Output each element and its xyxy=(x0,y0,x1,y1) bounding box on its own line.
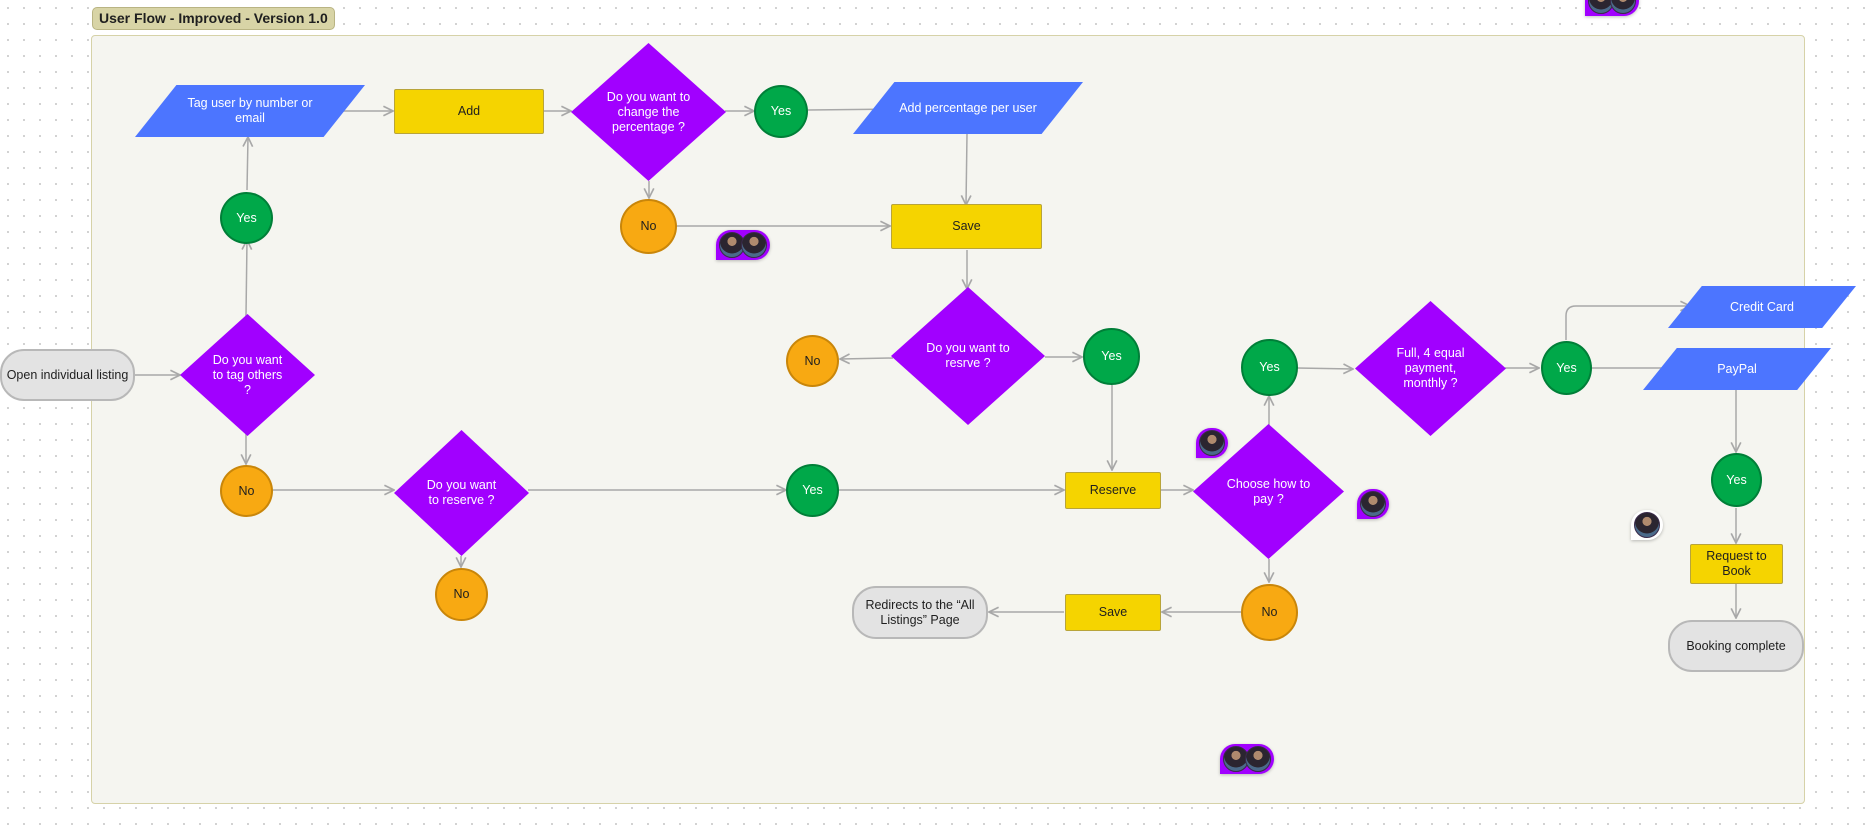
node-label: Do you want to change the percentage ? xyxy=(606,89,691,134)
node-label: No xyxy=(238,483,255,498)
node-label: Yes xyxy=(1101,349,1122,363)
node-label: Redirects to the “All Listings” Page xyxy=(865,597,975,627)
collaborator-avatar xyxy=(1610,0,1636,14)
collaborator-cursor-group[interactable] xyxy=(1220,744,1274,774)
decision-reserve[interactable]: Do you want to reserve ? xyxy=(394,430,529,556)
process-save-bottom[interactable]: Save xyxy=(1065,594,1161,631)
node-label: Add percentage per user xyxy=(899,100,1037,115)
yes-change-percentage[interactable]: Yes xyxy=(754,85,808,138)
node-label: Yes xyxy=(1726,472,1747,487)
yes-payment-plan[interactable]: Yes xyxy=(1541,341,1592,395)
io-tag-user[interactable]: Tag user by number or email xyxy=(135,85,365,137)
collaborator-cursor-group[interactable] xyxy=(716,230,770,260)
decision-payment-plan[interactable]: Full, 4 equal payment, monthly ? xyxy=(1355,301,1506,436)
decision-change-percentage[interactable]: Do you want to change the percentage ? xyxy=(571,43,726,181)
yes-tag-others[interactable]: Yes xyxy=(220,192,273,244)
end-booking-complete[interactable]: Booking complete xyxy=(1668,620,1804,672)
node-label: Request to Book xyxy=(1706,549,1767,578)
no-choose-pay[interactable]: No xyxy=(1241,584,1298,641)
process-save-top[interactable]: Save xyxy=(891,204,1042,249)
decision-resrve[interactable]: Do you want to resrve ? xyxy=(891,287,1045,425)
decision-tag-others[interactable]: Do you want to tag others ? xyxy=(180,314,315,436)
no-tag-others[interactable]: No xyxy=(220,465,273,517)
io-credit-card[interactable]: Credit Card xyxy=(1668,286,1856,328)
yes-resrve[interactable]: Yes xyxy=(1083,328,1140,385)
no-reserve[interactable]: No xyxy=(435,568,488,621)
node-label: PayPal xyxy=(1717,361,1757,376)
no-resrve[interactable]: No xyxy=(786,335,839,387)
collaborator-avatar xyxy=(741,232,767,258)
node-label: Tag user by number or email xyxy=(187,96,313,125)
connector xyxy=(246,240,247,317)
node-label: Open individual listing xyxy=(6,367,129,382)
node-label: No xyxy=(640,219,657,233)
io-paypal[interactable]: PayPal xyxy=(1643,348,1831,390)
process-request-to-book[interactable]: Request to Book xyxy=(1690,544,1783,584)
collaborator-cursor-group[interactable] xyxy=(1585,0,1639,16)
node-label: No xyxy=(804,353,821,368)
node-label: Credit Card xyxy=(1730,299,1794,314)
node-label: Do you want to resrve ? xyxy=(926,341,1010,370)
node-label: No xyxy=(453,587,470,601)
start-open-listing[interactable]: Open individual listing xyxy=(0,349,135,401)
connector xyxy=(840,358,894,359)
node-label: Full, 4 equal payment, monthly ? xyxy=(1396,346,1465,390)
collaborator-avatar xyxy=(1634,512,1660,538)
node-label: Add xyxy=(457,104,481,118)
node-label: Yes xyxy=(802,483,823,497)
node-label: Yes xyxy=(1556,360,1577,375)
node-label: Save xyxy=(1098,605,1128,619)
collaborator-avatar xyxy=(1199,430,1225,456)
node-label: Yes xyxy=(770,104,792,118)
node-label: Reserve xyxy=(1089,483,1137,497)
node-label: No xyxy=(1261,605,1278,619)
connector xyxy=(247,137,248,191)
redirect-all-listings[interactable]: Redirects to the “All Listings” Page xyxy=(852,586,988,639)
node-label: Yes xyxy=(1259,360,1280,374)
yes-paypal[interactable]: Yes xyxy=(1711,453,1762,507)
node-label: Booking complete xyxy=(1686,638,1786,653)
connector xyxy=(966,133,967,205)
process-add[interactable]: Add xyxy=(394,89,544,134)
yes-choose-pay[interactable]: Yes xyxy=(1241,339,1298,396)
connector xyxy=(1296,368,1353,369)
node-label: Yes xyxy=(236,210,257,225)
node-label: Save xyxy=(952,219,981,233)
yes-reserve[interactable]: Yes xyxy=(786,464,839,517)
node-label: Choose how to pay ? xyxy=(1226,476,1311,506)
collaborator-cursor[interactable] xyxy=(1196,428,1228,458)
collaborator-avatar xyxy=(1360,491,1386,517)
io-add-percentage[interactable]: Add percentage per user xyxy=(853,82,1083,134)
collaborator-avatar xyxy=(1245,746,1271,772)
collaborator-cursor[interactable] xyxy=(1357,489,1389,519)
node-label: Do you want to reserve ? xyxy=(426,478,497,507)
node-label: Do you want to tag others ? xyxy=(212,352,283,397)
no-change-percentage[interactable]: No xyxy=(620,199,677,254)
process-reserve[interactable]: Reserve xyxy=(1065,472,1161,509)
collaborator-cursor[interactable] xyxy=(1631,510,1663,540)
